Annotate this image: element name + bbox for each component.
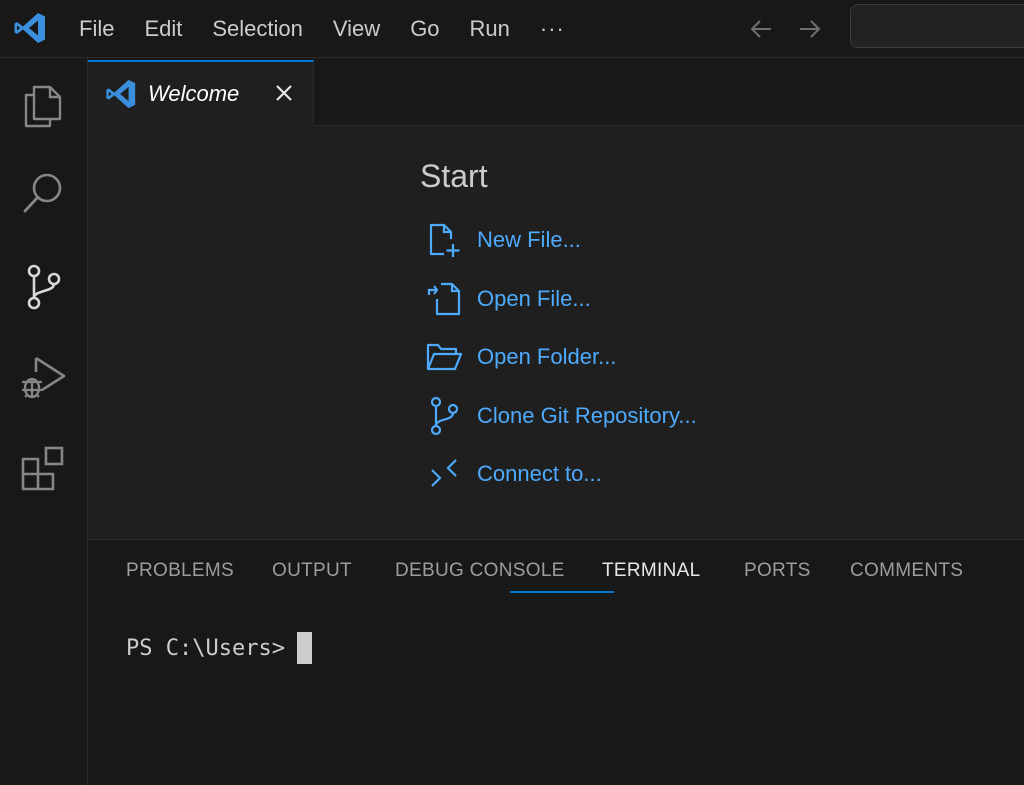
run-debug-icon[interactable] [14, 348, 72, 406]
menu-view[interactable]: View [318, 9, 395, 49]
menu-bar: File Edit Selection View Go Run ··· [64, 0, 580, 58]
start-heading: Start [420, 158, 488, 194]
terminal-prompt: PS C:\Users> [126, 635, 285, 661]
command-center-search[interactable] [850, 4, 1024, 48]
source-control-icon[interactable] [14, 258, 72, 316]
git-branch-icon [424, 396, 464, 436]
remote-icon [424, 454, 464, 494]
open-file-label: Open File... [477, 286, 591, 311]
arrow-right-icon[interactable] [794, 13, 826, 45]
connect-to-label: Connect to... [477, 461, 602, 486]
activity-bar [0, 58, 88, 785]
vscode-logo-icon [106, 79, 136, 109]
menu-selection[interactable]: Selection [197, 9, 318, 49]
connect-to-link[interactable]: Connect to... [424, 454, 602, 494]
vscode-logo-icon [14, 13, 45, 43]
tab-welcome[interactable]: Welcome [88, 60, 314, 126]
new-file-link[interactable]: New File... [424, 220, 581, 260]
open-file-link[interactable]: Open File... [424, 279, 591, 319]
menu-file[interactable]: File [64, 9, 129, 49]
terminal-cursor [296, 632, 312, 664]
new-file-icon [424, 220, 464, 260]
open-folder-label: Open Folder... [477, 344, 617, 369]
tab-problems[interactable]: PROBLEMS [126, 560, 234, 594]
explorer-icon[interactable] [14, 75, 72, 133]
menu-more-button[interactable]: ··· [525, 16, 580, 42]
title-bar: File Edit Selection View Go Run ··· [0, 0, 1024, 58]
tab-output[interactable]: OUTPUT [272, 560, 352, 594]
menu-edit[interactable]: Edit [129, 9, 197, 49]
extensions-icon[interactable] [14, 439, 72, 497]
open-file-icon [424, 279, 464, 319]
tab-ports[interactable]: PORTS [744, 560, 811, 594]
search-icon[interactable] [14, 164, 72, 222]
active-tab-indicator [510, 591, 614, 593]
open-folder-icon [424, 337, 464, 377]
editor-tab-bar: Welcome [88, 58, 1024, 126]
menu-go[interactable]: Go [395, 9, 454, 49]
clone-git-repository-label: Clone Git Repository... [477, 403, 697, 428]
new-file-label: New File... [477, 227, 581, 252]
welcome-page: Start New File... Open File... Open Fold… [88, 126, 1024, 539]
arrow-left-icon[interactable] [745, 13, 777, 45]
tab-debug-console[interactable]: DEBUG CONSOLE [395, 560, 565, 594]
tab-comments[interactable]: COMMENTS [850, 560, 963, 594]
menu-run[interactable]: Run [455, 9, 525, 49]
bottom-panel: PROBLEMS OUTPUT DEBUG CONSOLE TERMINAL P… [88, 539, 1024, 785]
open-folder-link[interactable]: Open Folder... [424, 337, 616, 377]
tab-terminal[interactable]: TERMINAL [602, 560, 700, 594]
terminal-view[interactable]: PS C:\Users> [126, 632, 312, 664]
close-icon[interactable] [269, 78, 299, 108]
clone-git-repository-link[interactable]: Clone Git Repository... [424, 396, 697, 436]
tab-label: Welcome [148, 81, 240, 106]
